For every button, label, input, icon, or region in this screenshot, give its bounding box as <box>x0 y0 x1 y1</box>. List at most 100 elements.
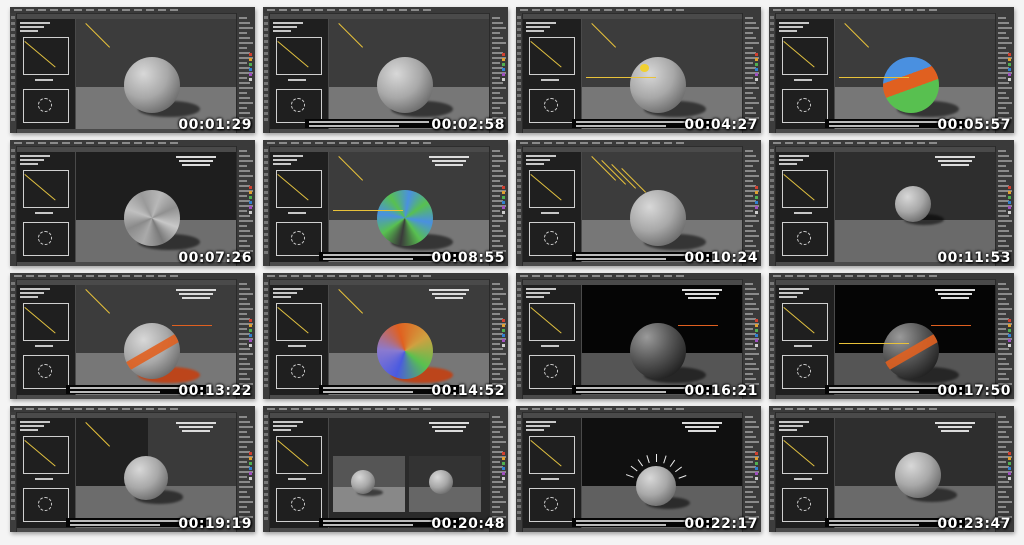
timestamp-label: 00:04:27 <box>684 117 758 133</box>
reference-panel <box>270 19 328 129</box>
light-direction-line <box>338 23 364 48</box>
video-thumbnail[interactable]: 00:04:27 <box>516 7 761 133</box>
timestamp-label: 00:20:48 <box>431 516 505 532</box>
sphere <box>630 323 686 379</box>
light-direction-line <box>601 160 627 185</box>
layers-panel <box>236 146 255 266</box>
layers-panel <box>489 279 508 399</box>
tools-panel <box>769 279 776 399</box>
tools-panel <box>769 412 776 532</box>
video-thumbnail[interactable]: 00:11:53 <box>769 140 1014 266</box>
timestamp-label: 00:01:29 <box>178 117 252 133</box>
scene-canvas <box>329 285 489 395</box>
app-menu-bar <box>769 140 1014 147</box>
scene-canvas <box>582 19 742 129</box>
tools-panel <box>769 13 776 133</box>
app-menu-bar <box>516 7 761 14</box>
app-menu-bar <box>516 273 761 280</box>
timestamp-label: 00:02:58 <box>431 117 505 133</box>
video-thumbnail[interactable]: 00:13:22 <box>10 273 255 399</box>
layers-panel <box>489 412 508 532</box>
sphere <box>351 470 375 494</box>
scene-canvas <box>76 152 236 262</box>
video-thumbnail[interactable]: 00:01:29 <box>10 7 255 133</box>
video-thumbnail[interactable]: 00:05:57 <box>769 7 1014 133</box>
timestamp-label: 00:16:21 <box>684 383 758 399</box>
timestamp-label: 00:23:47 <box>937 516 1011 532</box>
sphere <box>630 190 686 246</box>
timestamp-label: 00:07:26 <box>178 250 252 266</box>
reference-panel <box>776 19 834 129</box>
reference-panel <box>523 285 581 395</box>
sphere <box>883 57 939 113</box>
app-menu-bar <box>263 7 508 14</box>
video-thumbnail[interactable]: 00:08:55 <box>263 140 508 266</box>
light-direction-line <box>591 156 617 181</box>
timestamp-label: 00:14:52 <box>431 383 505 399</box>
subtitle-bar <box>305 119 445 128</box>
timestamp-label: 00:05:57 <box>937 117 1011 133</box>
reference-panel <box>523 19 581 129</box>
light-direction-line <box>844 23 870 48</box>
sphere <box>124 190 180 246</box>
scene-canvas <box>582 152 742 262</box>
sphere <box>895 452 941 498</box>
video-thumbnail[interactable]: 00:19:19 <box>10 406 255 532</box>
layers-panel <box>489 146 508 266</box>
app-menu-bar <box>10 140 255 147</box>
sphere <box>429 470 453 494</box>
video-thumbnail[interactable]: 00:22:17 <box>516 406 761 532</box>
timestamp-label: 00:17:50 <box>937 383 1011 399</box>
tools-panel <box>516 146 523 266</box>
timestamp-label: 00:11:53 <box>937 250 1011 266</box>
tools-panel <box>263 279 270 399</box>
sphere <box>124 456 168 500</box>
light-direction-line <box>338 156 364 181</box>
reference-panel <box>270 152 328 262</box>
light-direction-line <box>85 422 111 447</box>
scene-canvas <box>582 418 742 528</box>
video-thumbnail[interactable]: 00:17:50 <box>769 273 1014 399</box>
tools-panel <box>263 146 270 266</box>
sphere <box>883 323 939 379</box>
video-thumbnail[interactable]: 00:07:26 <box>10 140 255 266</box>
sphere <box>124 323 180 379</box>
layers-panel <box>742 279 761 399</box>
app-menu-bar <box>769 7 1014 14</box>
tools-panel <box>516 279 523 399</box>
tools-panel <box>516 412 523 532</box>
tools-panel <box>769 146 776 266</box>
app-menu-bar <box>263 140 508 147</box>
video-thumbnail[interactable]: 00:23:47 <box>769 406 1014 532</box>
scene-canvas <box>582 285 742 395</box>
video-thumbnail[interactable]: 00:10:24 <box>516 140 761 266</box>
sphere <box>630 57 686 113</box>
light-direction-line <box>611 164 637 189</box>
video-thumbnail[interactable]: 00:16:21 <box>516 273 761 399</box>
video-thumbnail[interactable]: 00:20:48 <box>263 406 508 532</box>
sphere <box>636 466 676 506</box>
tools-panel <box>516 13 523 133</box>
reference-panel <box>17 285 75 395</box>
sphere <box>377 190 433 246</box>
layers-panel <box>742 13 761 133</box>
layers-panel <box>995 146 1014 266</box>
video-thumbnail[interactable]: 00:14:52 <box>263 273 508 399</box>
layers-panel <box>995 412 1014 532</box>
sphere <box>124 57 180 113</box>
scene-canvas <box>76 418 236 528</box>
layers-panel <box>742 146 761 266</box>
tools-panel <box>10 279 17 399</box>
video-thumbnail[interactable]: 00:02:58 <box>263 7 508 133</box>
timestamp-label: 00:22:17 <box>684 516 758 532</box>
layers-panel <box>489 13 508 133</box>
light-direction-line <box>591 23 617 48</box>
timestamp-label: 00:19:19 <box>178 516 252 532</box>
timestamp-label: 00:13:22 <box>178 383 252 399</box>
app-menu-bar <box>516 140 761 147</box>
timestamp-label: 00:08:55 <box>431 250 505 266</box>
scene-canvas <box>329 152 489 262</box>
layers-panel <box>742 412 761 532</box>
scene-canvas <box>835 285 995 395</box>
app-menu-bar <box>10 7 255 14</box>
